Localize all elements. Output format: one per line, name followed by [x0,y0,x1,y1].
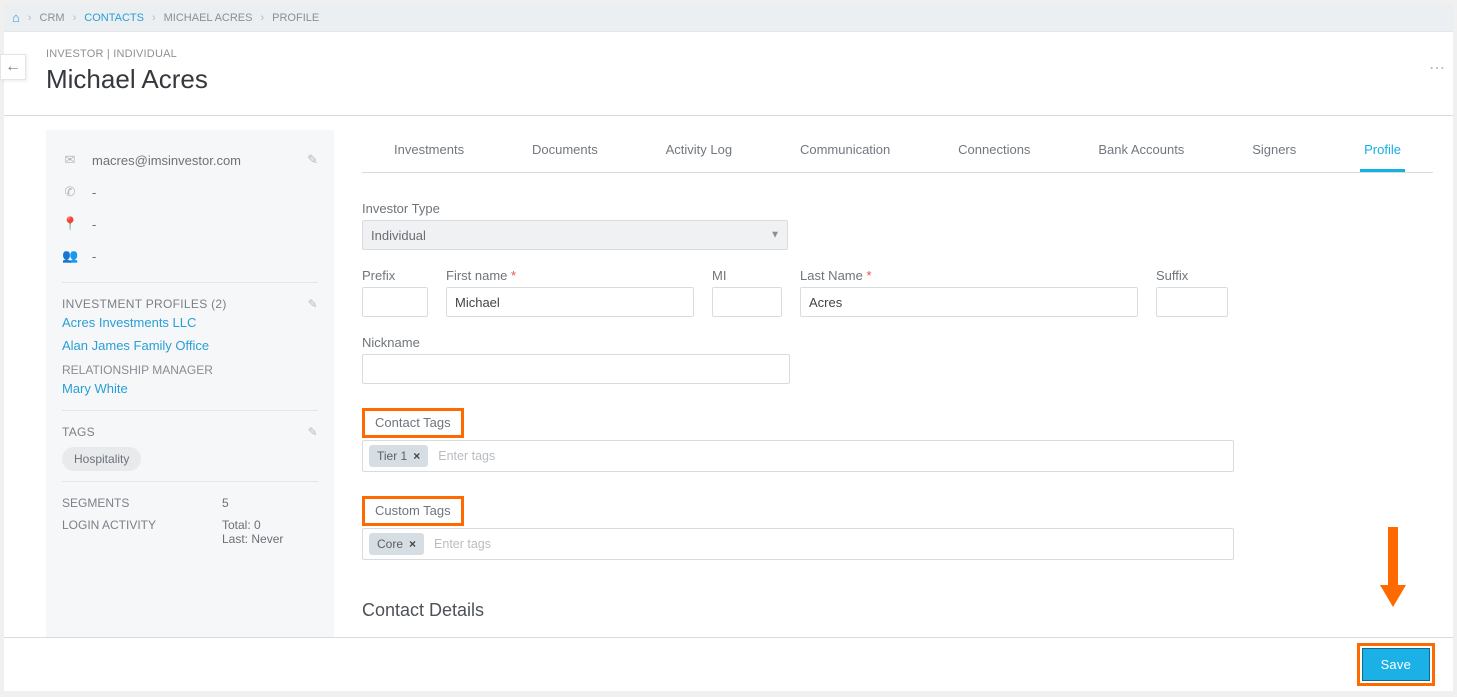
map-pin-icon: 📍 [62,216,78,232]
kebab-menu-icon[interactable]: ⋯ [1429,58,1445,78]
investment-profile-link[interactable]: Alan James Family Office [62,334,318,357]
edit-profiles-icon[interactable]: ✎ [308,297,318,311]
page-header: INVESTOR | INDIVIDUAL Michael Acres ⋯ [4,32,1453,116]
tab-bank-accounts[interactable]: Bank Accounts [1094,130,1188,172]
page-title: Michael Acres [46,64,1433,95]
tab-documents[interactable]: Documents [528,130,602,172]
tag-chip-label: Core [377,537,403,551]
contact-email[interactable]: macres@imsinvestor.com [92,153,293,168]
tags-heading: TAGS [62,425,95,439]
chevron-right-icon: › [152,12,156,24]
login-activity-label: LOGIN ACTIVITY [62,518,182,546]
tag-chip[interactable]: Core × [369,533,424,555]
tag-chip[interactable]: Hospitality [62,447,141,471]
edit-email-icon[interactable]: ✎ [307,152,318,168]
tab-connections[interactable]: Connections [954,130,1034,172]
investment-profile-link[interactable]: Acres Investments LLC [62,311,318,334]
contact-address: - [92,217,318,232]
first-name-input[interactable] [446,287,694,317]
save-button-highlight: Save [1357,643,1435,686]
tab-activity-log[interactable]: Activity Log [662,130,736,172]
custom-tags-label: Custom Tags [362,496,464,526]
chevron-right-icon: › [28,12,32,24]
contact-tabs: Investments Documents Activity Log Commu… [362,130,1433,173]
tab-profile[interactable]: Profile [1360,130,1405,172]
contact-details-heading: Contact Details [362,600,1417,621]
contact-tags-label: Contact Tags [362,408,464,438]
page-footer: Save [4,637,1453,691]
remove-tag-icon[interactable]: × [409,537,416,551]
prefix-label: Prefix [362,268,428,283]
suffix-label: Suffix [1156,268,1228,283]
nickname-input[interactable] [362,354,790,384]
tab-signers[interactable]: Signers [1248,130,1300,172]
investor-type-label: Investor Type [362,201,1417,216]
prefix-input[interactable] [362,287,428,317]
main-content: Investments Documents Activity Log Commu… [362,130,1433,687]
chevron-right-icon: › [73,12,77,24]
tab-investments[interactable]: Investments [390,130,468,172]
breadcrumb: ⌂ › CRM › CONTACTS › MICHAEL ACRES › PRO… [4,4,1453,32]
segments-label: SEGMENTS [62,496,182,510]
segments-count[interactable]: 5 [222,496,229,510]
custom-tags-text-input[interactable] [432,536,1227,552]
investor-type-select[interactable] [362,220,788,250]
tag-chip-label: Tier 1 [377,449,407,463]
edit-tags-icon[interactable]: ✎ [308,425,318,439]
nickname-label: Nickname [362,335,790,350]
phone-icon: ✆ [62,184,78,200]
custom-tags-input[interactable]: Core × [362,528,1234,560]
mi-input[interactable] [712,287,782,317]
email-icon: ✉ [62,152,78,168]
contact-type-eyebrow: INVESTOR | INDIVIDUAL [46,48,1433,60]
contact-summary-panel: ✉ macres@imsinvestor.com ✎ ✆ - 📍 - 👥 - [46,130,334,687]
last-name-label: Last Name [800,268,1138,283]
chevron-right-icon: › [260,12,264,24]
mi-label: MI [712,268,782,283]
contact-phone: - [92,185,318,200]
people-icon: 👥 [62,248,78,264]
contact-tags-text-input[interactable] [436,448,1227,464]
login-last: Last: Never [222,532,283,546]
save-button[interactable]: Save [1362,648,1430,681]
tag-chip[interactable]: Tier 1 × [369,445,428,467]
login-total: Total: 0 [222,518,261,532]
investment-profiles-heading: INVESTMENT PROFILES (2) [62,297,227,311]
breadcrumb-leaf: PROFILE [272,12,319,24]
breadcrumb-person[interactable]: MICHAEL ACRES [164,12,253,24]
remove-tag-icon[interactable]: × [413,449,420,463]
breadcrumb-crm[interactable]: CRM [40,12,65,24]
suffix-input[interactable] [1156,287,1228,317]
tab-communication[interactable]: Communication [796,130,894,172]
investment-profiles-list: Acres Investments LLC Alan James Family … [62,311,318,357]
relationship-manager-heading: RELATIONSHIP MANAGER [62,363,318,377]
contact-org: - [92,249,318,264]
last-name-input[interactable] [800,287,1138,317]
breadcrumb-contacts[interactable]: CONTACTS [84,12,144,24]
contact-tags-input[interactable]: Tier 1 × [362,440,1234,472]
relationship-manager-link[interactable]: Mary White [62,377,318,400]
home-icon[interactable]: ⌂ [12,10,20,25]
first-name-label: First name [446,268,694,283]
